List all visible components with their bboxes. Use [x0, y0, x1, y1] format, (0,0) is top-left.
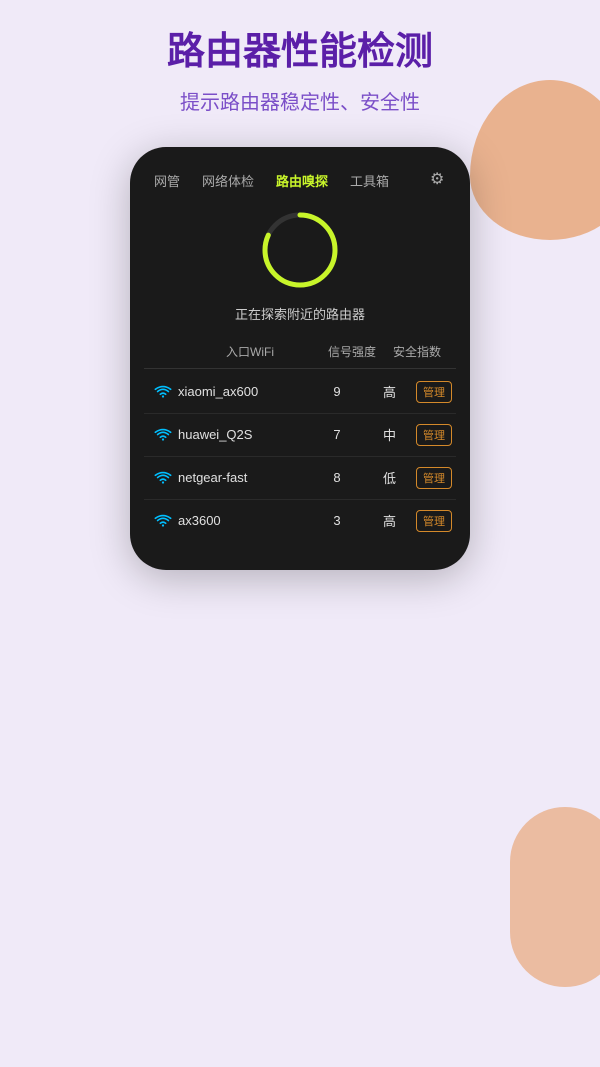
manage-button[interactable]: 管理 [416, 467, 452, 489]
wifi-security: 高 [367, 511, 412, 530]
table-row: ax3600 3 高 管理 [144, 500, 456, 542]
loading-section: 正在探索附近的路由器 [130, 210, 470, 323]
wifi-header-name: 入口WiFi [178, 343, 322, 360]
wifi-icon-cell [148, 514, 178, 528]
wifi-list-header: 入口WiFi 信号强度 安全指数 [144, 343, 456, 369]
wifi-name: ax3600 [178, 513, 307, 528]
nav-bar: 网管 网络体检 路由嗅探 工具箱 ⚙ [130, 167, 470, 194]
wifi-header-signal: 信号强度 [322, 343, 382, 360]
manage-button[interactable]: 管理 [416, 381, 452, 403]
wifi-manage-cell[interactable]: 管理 [412, 467, 452, 489]
nav-items: 网管 网络体检 路由嗅探 工具箱 [148, 167, 395, 194]
wifi-name: netgear-fast [178, 470, 307, 485]
deco-shape-bottom [510, 807, 600, 987]
table-row: netgear-fast 8 低 管理 [144, 457, 456, 500]
loading-ring [260, 210, 340, 290]
nav-item-wanguan[interactable]: 网管 [148, 167, 186, 194]
gear-icon[interactable]: ⚙ [430, 169, 452, 191]
nav-item-luxiutan[interactable]: 路由嗅探 [270, 167, 334, 194]
wifi-name: xiaomi_ax600 [178, 384, 307, 399]
wifi-list-section: 入口WiFi 信号强度 安全指数 xiaomi_ax600 9 高 [130, 343, 470, 542]
wifi-icon [154, 428, 172, 442]
nav-item-wangluotianjian[interactable]: 网络体检 [196, 167, 260, 194]
sub-title: 提示路由器稳定性、安全性 [180, 86, 420, 115]
page-content: 路由器性能检测 提示路由器稳定性、安全性 网管 网络体检 路由嗅探 工具箱 ⚙ … [0, 0, 600, 570]
table-row: xiaomi_ax600 9 高 管理 [144, 371, 456, 414]
loading-text: 正在探索附近的路由器 [235, 304, 365, 323]
wifi-icon-cell [148, 428, 178, 442]
wifi-manage-cell[interactable]: 管理 [412, 381, 452, 403]
main-title: 路由器性能检测 [167, 30, 433, 76]
wifi-signal: 7 [307, 427, 367, 442]
manage-button[interactable]: 管理 [416, 510, 452, 532]
wifi-signal: 8 [307, 470, 367, 485]
wifi-security: 中 [367, 425, 412, 444]
wifi-security: 高 [367, 382, 412, 401]
wifi-icon [154, 385, 172, 399]
wifi-icon-cell [148, 385, 178, 399]
table-row: huawei_Q2S 7 中 管理 [144, 414, 456, 457]
wifi-name: huawei_Q2S [178, 427, 307, 442]
wifi-signal: 3 [307, 513, 367, 528]
wifi-signal: 9 [307, 384, 367, 399]
wifi-icon [154, 471, 172, 485]
wifi-header-security: 安全指数 [382, 343, 452, 360]
wifi-manage-cell[interactable]: 管理 [412, 424, 452, 446]
nav-item-toolbox[interactable]: 工具箱 [344, 167, 395, 194]
manage-button[interactable]: 管理 [416, 424, 452, 446]
wifi-manage-cell[interactable]: 管理 [412, 510, 452, 532]
wifi-security: 低 [367, 468, 412, 487]
phone-frame: 网管 网络体检 路由嗅探 工具箱 ⚙ 正在探索附近的路由器 入口WiFi [130, 147, 470, 570]
wifi-icon-cell [148, 471, 178, 485]
wifi-icon [154, 514, 172, 528]
